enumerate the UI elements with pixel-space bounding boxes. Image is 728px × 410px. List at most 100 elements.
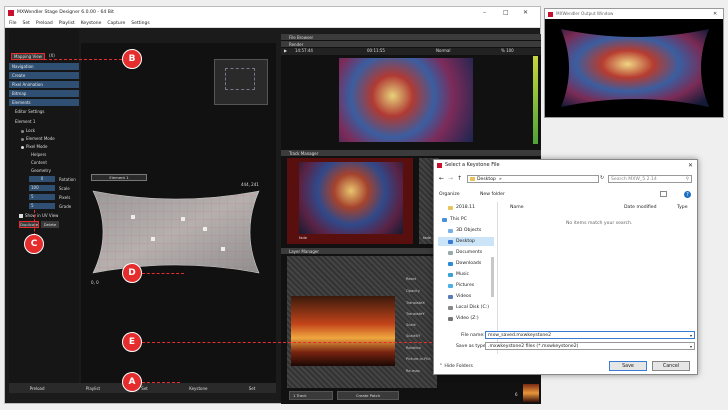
percent-value[interactable]: % 100 xyxy=(501,49,514,53)
nav-desktop[interactable]: Desktop xyxy=(448,239,475,244)
section-elements[interactable]: Elements xyxy=(9,99,79,106)
render-header[interactable]: Render xyxy=(281,41,541,47)
nav-videos[interactable]: Videos xyxy=(448,294,471,299)
mapping-view-tab[interactable]: Mapping View xyxy=(11,53,45,60)
tab-keystone[interactable]: Keystone xyxy=(189,386,207,391)
editor-settings-item[interactable]: Editor Settings xyxy=(15,109,45,114)
prop-translatex[interactable]: TranslateX xyxy=(406,301,425,305)
address-bar[interactable]: Desktop » xyxy=(467,175,599,183)
column-type[interactable]: Type xyxy=(677,205,688,210)
level-meter-icon xyxy=(533,56,538,144)
grade-field[interactable]: 5 xyxy=(29,203,55,209)
new-folder-button[interactable]: New folder xyxy=(480,192,505,197)
nav-3d-objects[interactable]: 3D Objects xyxy=(448,228,481,233)
save-button[interactable]: Save xyxy=(609,361,647,371)
delete-button[interactable]: Delete xyxy=(41,221,59,228)
nav-this-pc[interactable]: This PC xyxy=(442,217,467,222)
chevron-down-icon[interactable]: ▾ xyxy=(690,333,692,338)
radio-icon xyxy=(21,137,24,141)
menu-preload[interactable]: Preload xyxy=(36,21,53,26)
chevron-down-icon[interactable]: ▾ xyxy=(690,344,692,349)
blend-mode[interactable]: Normal xyxy=(436,49,450,53)
section-bitmap[interactable]: Bitmap xyxy=(9,90,79,97)
output-close-icon[interactable]: ✕ xyxy=(713,11,717,17)
prop-picture-in-picture[interactable]: Picture-In-Pict xyxy=(406,357,431,361)
show-in-uv-view-label: Show in UV View xyxy=(25,213,59,218)
prop-scalexy[interactable]: ScaleXY xyxy=(406,334,420,338)
pixels-field[interactable]: 5 xyxy=(29,194,55,200)
warped-element[interactable] xyxy=(91,187,261,277)
forward-icon[interactable]: → xyxy=(448,176,453,182)
track-1[interactable]: fade xyxy=(287,158,413,244)
prop-remap[interactable]: Re-map xyxy=(406,369,420,373)
scale-field[interactable]: 100 xyxy=(29,185,55,191)
save-label: Save xyxy=(622,363,634,369)
nav-pictures[interactable]: Pictures xyxy=(448,283,474,288)
tab-playlist[interactable]: Playlist xyxy=(86,386,100,391)
section-create[interactable]: Create xyxy=(9,72,79,79)
nav-downloads[interactable]: Downloads xyxy=(448,261,481,266)
element-mode-option[interactable]: Element Mode xyxy=(21,136,55,141)
play-icon[interactable]: ▶ xyxy=(284,49,287,53)
create-patch-button[interactable]: Create Patch xyxy=(337,391,399,400)
file-browser-header[interactable]: File Browser xyxy=(281,34,541,40)
prop-translatey[interactable]: TranslateY xyxy=(406,312,425,316)
prop-reset[interactable]: Reset xyxy=(406,277,416,281)
tab-set[interactable]: Set xyxy=(141,386,148,391)
mapping-canvas[interactable]: Element 1 444, 241 0, 0 xyxy=(81,43,276,383)
menu-file[interactable]: File xyxy=(9,21,17,26)
prop-opacity[interactable]: Opacity xyxy=(406,289,420,293)
geometry-item[interactable]: Geometry xyxy=(31,168,51,173)
tab-set-2[interactable]: Set xyxy=(249,386,256,391)
pixel-mode-option[interactable]: Pixel Mode xyxy=(21,144,47,149)
close-icon[interactable]: ✕ xyxy=(523,9,528,16)
nav-documents[interactable]: Documents xyxy=(448,250,482,255)
organize-button[interactable]: Organize xyxy=(439,192,460,197)
nav-video-drive[interactable]: Video (Z:) xyxy=(448,316,479,321)
column-date-modified[interactable]: Date modified xyxy=(624,205,657,210)
path-desktop[interactable]: Desktop xyxy=(477,177,496,182)
cancel-button[interactable]: Cancel xyxy=(652,361,690,371)
show-in-uv-view-checkbox[interactable]: Show in UV View xyxy=(19,213,58,218)
hide-folders-toggle[interactable]: ⌃ Hide Folders xyxy=(439,364,473,369)
track-manager-header[interactable]: Track Manager xyxy=(281,150,541,156)
refresh-icon[interactable]: ↻ xyxy=(600,176,604,181)
layer-preview[interactable] xyxy=(291,296,395,366)
one-track-button[interactable]: 1 Track xyxy=(289,391,333,400)
rotation-field[interactable]: 0 xyxy=(29,176,55,182)
duplicate-button[interactable]: Duplicate xyxy=(19,221,39,228)
view-options-icon[interactable] xyxy=(660,191,667,197)
menu-capture[interactable]: Capture xyxy=(107,21,125,26)
section-pixel-animation[interactable]: Pixel Animation xyxy=(9,81,79,88)
prop-scale[interactable]: Scale xyxy=(406,323,416,327)
up-icon[interactable]: ↑ xyxy=(457,176,462,182)
help-icon[interactable]: ? xyxy=(684,191,691,198)
output-logo-icon xyxy=(548,11,553,17)
menu-set[interactable]: Set xyxy=(23,21,30,26)
close-tab-icon[interactable]: (X) xyxy=(49,54,55,58)
section-navigation[interactable]: Navigation xyxy=(9,63,79,70)
content-item[interactable]: Content xyxy=(31,160,47,165)
lock-option[interactable]: Lock xyxy=(21,128,35,133)
search-input[interactable]: Search MXW_5.2.14 ⚲ xyxy=(608,175,692,183)
maximize-icon[interactable]: □ xyxy=(503,9,509,16)
back-icon[interactable]: ← xyxy=(439,176,444,182)
tab-preload[interactable]: Preload xyxy=(30,386,45,391)
menu-keystone[interactable]: Keystone xyxy=(81,21,102,26)
nav-local-disk[interactable]: Local Disk (C:) xyxy=(448,305,489,310)
column-name[interactable]: Name xyxy=(510,205,524,210)
nav-scrollbar[interactable] xyxy=(491,257,494,297)
prop-rotation[interactable]: Rotation xyxy=(406,346,421,350)
pixels-label: Pixels xyxy=(59,195,71,200)
dialog-close-icon[interactable]: ✕ xyxy=(688,162,693,169)
save-type-select[interactable]: .mxwkeystone2 files (*.mxwkeystone2) ▾ xyxy=(485,342,695,350)
minimap[interactable] xyxy=(214,59,268,105)
file-name-input[interactable]: mxw_saved.mxwkeystone2 ▾ xyxy=(485,331,695,339)
menu-playlist[interactable]: Playlist xyxy=(59,21,75,26)
nav-2018-11[interactable]: 2018.11 xyxy=(448,205,475,210)
element-1-item[interactable]: Element 1 xyxy=(15,119,35,124)
helpers-item[interactable]: Helpers xyxy=(31,152,46,157)
minimize-icon[interactable]: – xyxy=(483,9,486,16)
menu-settings[interactable]: Settings xyxy=(131,21,149,26)
nav-music[interactable]: Music xyxy=(448,272,469,277)
